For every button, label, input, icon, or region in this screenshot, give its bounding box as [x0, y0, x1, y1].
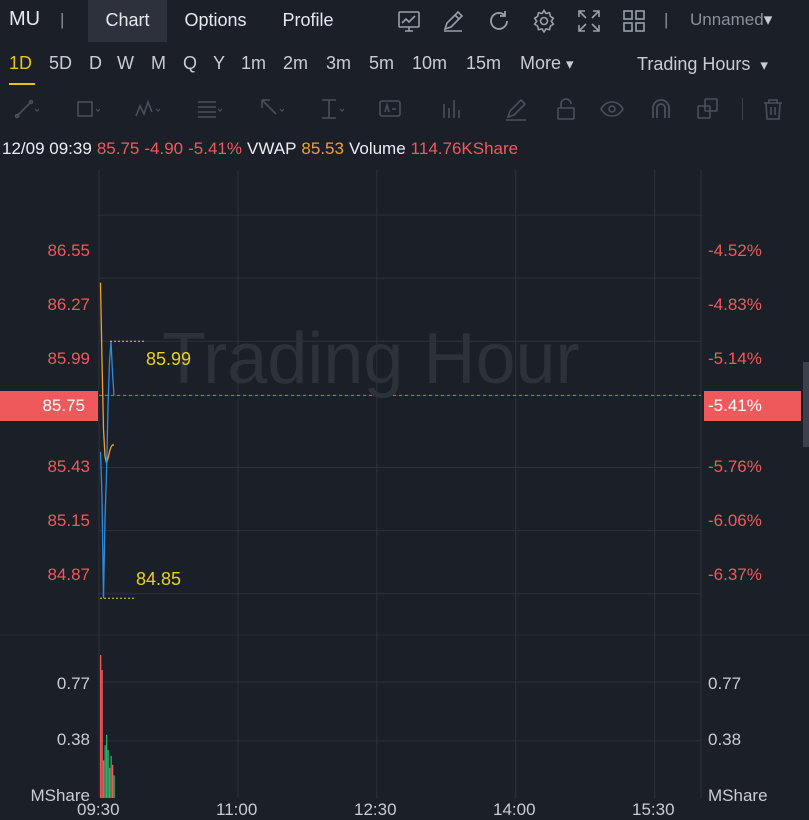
pct-axis-tick: -6.06% [708, 511, 762, 530]
volume-bar [112, 764, 114, 798]
time-axis-tick: 15:30 [632, 800, 675, 819]
volume-bar [110, 755, 112, 798]
price-axis-tick: 86.55 [47, 241, 90, 260]
time-axis-tick: 11:00 [216, 800, 258, 819]
volume-unit-right: MShare [708, 786, 768, 805]
volume-bar [101, 670, 103, 798]
pct-axis-tick: -4.52% [708, 241, 762, 260]
pct-axis-tick: -4.83% [708, 295, 762, 314]
price-axis-tick: 86.27 [47, 295, 90, 314]
price-axis-tick: 85.15 [47, 511, 90, 530]
current-price-label: 85.75 [42, 396, 85, 415]
time-axis-tick: 09:30 [77, 800, 120, 819]
volume-bar [107, 749, 109, 798]
volume-bar [104, 745, 106, 798]
time-axis-tick: 12:30 [354, 800, 397, 819]
pct-axis-tick: -5.14% [708, 349, 762, 368]
volume-bar [113, 775, 115, 798]
current-pct-tag: -5.41% [704, 391, 801, 421]
pct-axis-tick: -5.76% [708, 457, 762, 476]
price-axis-tick: 85.43 [47, 457, 90, 476]
volume-bar [103, 760, 105, 798]
high-annotation: 85.99 [146, 349, 192, 369]
volume-bar [106, 734, 108, 798]
chart-scroll-handle[interactable] [803, 362, 809, 447]
volume-axis-tick: 0.38 [708, 730, 742, 749]
price-chart[interactable] [0, 0, 809, 818]
pct-axis-tick: -6.37% [708, 565, 762, 584]
price-axis-tick: 84.87 [47, 565, 90, 584]
volume-axis-tick: 0.77 [708, 674, 742, 693]
volume-axis-tick: 0.38 [56, 730, 90, 749]
time-axis-tick: 14:00 [493, 800, 536, 819]
current-pct-label: -5.41% [708, 396, 762, 415]
chart-watermark: Trading Hour [162, 319, 580, 399]
volume-bar [109, 767, 111, 798]
low-annotation: 84.85 [136, 569, 182, 589]
current-price-tag: 85.75 [0, 391, 98, 421]
price-axis-tick: 85.99 [47, 349, 90, 368]
volume-bar [100, 655, 102, 798]
volume-axis-tick: 0.77 [56, 674, 90, 693]
